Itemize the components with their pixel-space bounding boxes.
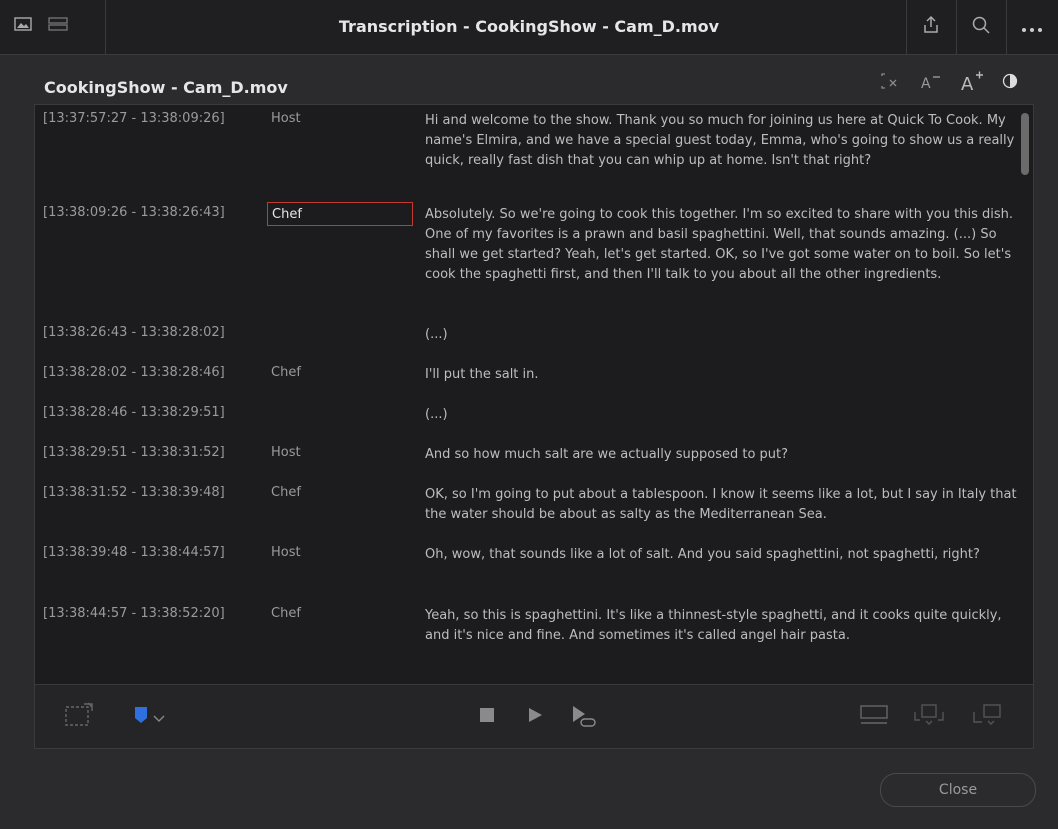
svg-text:A: A bbox=[961, 74, 974, 92]
transcript-row[interactable]: [13:38:26:43 - 13:38:28:02] (...) bbox=[35, 325, 1015, 365]
play-loop-button[interactable] bbox=[567, 703, 601, 733]
timecode: [13:37:57:27 - 13:38:09:26] bbox=[43, 111, 225, 126]
transcript-toolbar bbox=[34, 684, 1034, 749]
transcript-row[interactable]: [13:38:28:02 - 13:38:28:46] Chef I'll pu… bbox=[35, 365, 1015, 405]
transcript-text[interactable]: (...) bbox=[425, 405, 1020, 425]
close-button[interactable]: Close bbox=[880, 773, 1036, 807]
export-button[interactable] bbox=[906, 0, 956, 54]
speaker-edit-field[interactable]: Chef bbox=[267, 202, 413, 226]
speaker-label[interactable]: Host bbox=[271, 545, 301, 560]
timecode: [13:38:26:43 - 13:38:28:02] bbox=[43, 325, 225, 340]
transcript-text[interactable]: I'll put the salt in. bbox=[425, 365, 1020, 385]
speaker-label[interactable]: Host bbox=[271, 111, 301, 126]
transcript-row[interactable]: [13:37:57:27 - 13:38:09:26] Host Hi and … bbox=[35, 111, 1015, 205]
speaker-label[interactable]: Chef bbox=[271, 606, 301, 621]
speaker-label[interactable]: Chef bbox=[271, 365, 301, 380]
insert-clip-button[interactable] bbox=[857, 702, 891, 732]
overwrite-clip-button[interactable] bbox=[909, 702, 949, 732]
timecode: [13:38:09:26 - 13:38:26:43] bbox=[43, 205, 225, 220]
overwrite-icon bbox=[912, 702, 946, 732]
marker-dropdown[interactable] bbox=[129, 702, 169, 732]
clip-name: CookingShow - Cam_D.mov bbox=[44, 78, 288, 97]
speaker-label[interactable]: Chef bbox=[271, 485, 301, 500]
play-icon bbox=[527, 707, 543, 727]
create-subclip-button[interactable] bbox=[59, 702, 99, 732]
search-button[interactable] bbox=[956, 0, 1006, 54]
contrast-icon[interactable] bbox=[1002, 73, 1018, 94]
timecode: [13:38:39:48 - 13:38:44:57] bbox=[43, 545, 225, 560]
more-options-button[interactable] bbox=[1006, 0, 1058, 54]
svg-text:A: A bbox=[921, 76, 931, 90]
transcript-row[interactable]: [13:38:31:52 - 13:38:39:48] Chef OK, so … bbox=[35, 485, 1017, 545]
append-icon bbox=[970, 702, 1004, 732]
increase-font-icon[interactable]: A bbox=[960, 70, 984, 97]
chevron-down-icon bbox=[153, 708, 165, 727]
window-title: Transcription - CookingShow - Cam_D.mov bbox=[338, 17, 720, 36]
timecode: [13:38:28:02 - 13:38:28:46] bbox=[43, 365, 225, 380]
transcript-text[interactable]: Absolutely. So we're going to cook this … bbox=[425, 205, 1020, 285]
speaker-label[interactable]: Host bbox=[271, 445, 301, 460]
transcript-text[interactable]: OK, so I'm going to put about a tablespo… bbox=[425, 485, 1020, 525]
transcript-row[interactable]: [13:38:09:26 - 13:38:26:43] Chef Absolut… bbox=[35, 202, 1015, 325]
vertical-scrollbar[interactable] bbox=[1021, 113, 1029, 175]
transcript-panel[interactable]: [13:37:57:27 - 13:38:09:26] Host Hi and … bbox=[34, 104, 1034, 686]
transcript-row[interactable]: [13:38:44:57 - 13:38:52:20] Chef Yeah, s… bbox=[35, 606, 1015, 676]
title-bar: Transcription - CookingShow - Cam_D.mov bbox=[0, 0, 1058, 55]
timeline-layout-icon bbox=[859, 702, 889, 732]
play-button[interactable] bbox=[523, 705, 547, 729]
stop-button[interactable] bbox=[475, 705, 499, 729]
more-dots-icon bbox=[1021, 18, 1043, 37]
timecode: [13:38:29:51 - 13:38:31:52] bbox=[43, 445, 225, 460]
transcript-text[interactable]: Yeah, so this is spaghettini. It's like … bbox=[425, 606, 1020, 646]
transcript-text[interactable]: And so how much salt are we actually sup… bbox=[425, 445, 1020, 465]
transcript-text[interactable]: (...) bbox=[425, 325, 1020, 345]
marker-icon bbox=[133, 706, 149, 728]
clear-selection-icon[interactable] bbox=[880, 72, 902, 95]
timecode: [13:38:28:46 - 13:38:29:51] bbox=[43, 405, 225, 420]
decrease-font-icon[interactable]: A bbox=[920, 72, 942, 95]
subclip-icon bbox=[62, 701, 96, 733]
transcript-text[interactable]: Hi and welcome to the show. Thank you so… bbox=[425, 111, 1020, 171]
search-icon bbox=[971, 15, 991, 39]
share-icon bbox=[921, 15, 941, 39]
timecode: [13:38:31:52 - 13:38:39:48] bbox=[43, 485, 225, 500]
stop-icon bbox=[479, 707, 495, 727]
transcript-text[interactable]: Oh, wow, that sounds like a lot of salt.… bbox=[425, 545, 1020, 565]
append-clip-button[interactable] bbox=[967, 702, 1007, 732]
timecode: [13:38:44:57 - 13:38:52:20] bbox=[43, 606, 225, 621]
transcript-row[interactable]: [13:38:39:48 - 13:38:44:57] Host Oh, wow… bbox=[35, 545, 1015, 606]
transcript-list: [13:37:57:27 - 13:38:09:26] Host Hi and … bbox=[35, 111, 1017, 676]
text-tools: A A bbox=[880, 70, 1018, 97]
transcript-row[interactable]: [13:38:28:46 - 13:38:29:51] (...) bbox=[35, 405, 1015, 445]
transcript-row[interactable]: [13:38:29:51 - 13:38:31:52] Host And so … bbox=[35, 445, 1015, 485]
play-loop-icon bbox=[570, 704, 598, 732]
